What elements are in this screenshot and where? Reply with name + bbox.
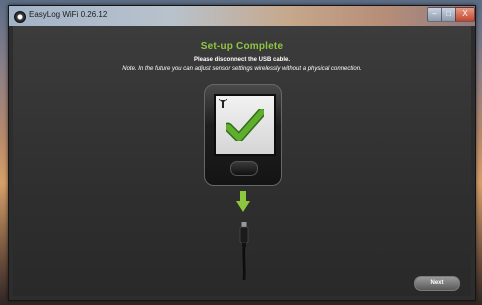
title-bar[interactable]: EasyLog WiFi 0.26.12 – □ X <box>9 6 475 26</box>
signal-icon <box>219 99 227 108</box>
device-button <box>230 161 258 176</box>
checkmark-icon <box>226 109 264 141</box>
app-logo-icon <box>14 11 26 23</box>
maximize-button[interactable]: □ <box>441 7 456 22</box>
close-button[interactable]: X <box>455 7 475 22</box>
note-text: Note. In the future you can adjust senso… <box>122 66 362 72</box>
setup-panel: Set-up Complete Please disconnect the US… <box>13 26 471 296</box>
app-window: EasyLog WiFi 0.26.12 – □ X Set-up Comple… <box>8 5 476 301</box>
window-title: EasyLog WiFi 0.26.12 <box>29 10 108 19</box>
page-title: Set-up Complete <box>200 41 284 52</box>
instruction-text: Please disconnect the USB cable. <box>193 57 291 63</box>
device-icon <box>204 84 282 186</box>
next-button[interactable]: Next <box>414 276 460 291</box>
device-screen <box>214 94 276 156</box>
usb-cable-icon <box>239 222 249 280</box>
down-arrow-icon <box>236 191 250 212</box>
minimize-button[interactable]: – <box>427 7 442 22</box>
